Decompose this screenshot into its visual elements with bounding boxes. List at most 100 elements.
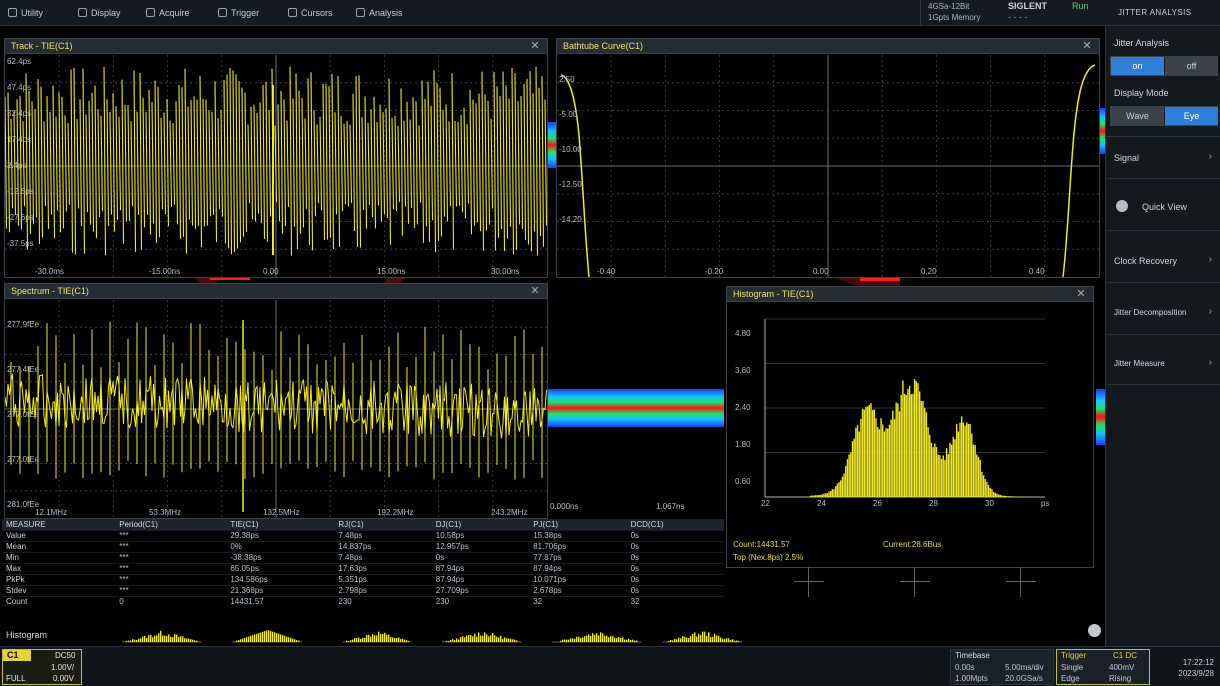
signal-item[interactable]: Signal <box>1114 153 1139 163</box>
strip-bar <box>704 631 706 642</box>
timebase-memory: 1.00Mpts <box>955 674 988 683</box>
measure-header[interactable]: DJ(C1) <box>431 519 530 530</box>
display-mode-toggle[interactable]: Wave Eye <box>1110 106 1218 126</box>
strip-bar <box>286 636 288 642</box>
histogram-bar <box>888 424 891 497</box>
jitter-on-button[interactable]: on <box>1111 57 1164 75</box>
strip-bar <box>626 639 628 642</box>
cursor-cross[interactable] <box>1006 567 1036 597</box>
histogram-bar <box>883 431 886 497</box>
strip-bar <box>722 638 724 642</box>
strip-bar <box>404 639 406 642</box>
mode-eye-button[interactable]: Eye <box>1165 107 1218 125</box>
strip-bar <box>560 640 562 642</box>
strip-bar <box>582 637 584 642</box>
strip-bar <box>396 637 398 642</box>
histogram-bar <box>877 427 879 497</box>
measure-header[interactable]: DCD(C1) <box>626 519 724 530</box>
measure-header[interactable]: RJ(C1) <box>334 519 432 530</box>
histogram-bar <box>878 429 881 497</box>
track-window[interactable]: Track - TIE(C1) ✕ 62.4ps 47.4ps 32.4ps 17.4… <box>4 38 548 278</box>
strip-bar <box>478 632 480 642</box>
close-icon[interactable]: ✕ <box>1080 39 1094 54</box>
timebase-box[interactable]: Timebase 0.00s 5.00ms/div 1.00Mpts 20.0G… <box>950 649 1054 685</box>
histogram-window-title: Histogram - TIE(C1) <box>727 287 1093 302</box>
measure-header[interactable]: TIE(C1) <box>226 519 335 530</box>
channel-1-box[interactable]: C1 DC50 1.00V/ FULL 0.00V <box>2 649 82 685</box>
jitter-off-button[interactable]: off <box>1165 57 1218 75</box>
bathtub-window[interactable]: Bathtube Curve(C1) ✕ 2.50 -5.00 -10.00 -12.… <box>556 38 1100 278</box>
measure-cell: 230 <box>334 595 432 607</box>
track-x-label: -30.0ms <box>35 267 64 276</box>
measure-cell: *** <box>115 562 227 574</box>
clock-recovery-item[interactable]: Clock Recovery <box>1114 256 1177 266</box>
histogram-bar <box>828 491 830 497</box>
histogram-x-label: 24 <box>817 499 826 508</box>
measure-cell: 27.709ps <box>431 584 530 596</box>
histogram-bar <box>900 394 902 497</box>
strip-bar <box>460 636 462 642</box>
panel-title: JITTER ANALYSIS <box>1118 8 1192 17</box>
close-icon[interactable]: ✕ <box>528 39 542 54</box>
histogram-bar <box>892 410 894 497</box>
timebase-sample-rate: 20.0GSa/s <box>1005 674 1043 683</box>
strip-bar <box>482 635 484 642</box>
scroll-indicator[interactable] <box>1088 624 1101 637</box>
strip-bar <box>368 634 370 642</box>
close-icon[interactable]: ✕ <box>528 284 542 299</box>
measure-row: PkPk *** 134.586ps 5.351ps 87.94ps 10.071ps 0s <box>2 573 724 585</box>
measure-header[interactable]: Period(C1) <box>115 519 227 530</box>
track-plot <box>5 55 547 277</box>
histogram-bar <box>858 431 860 497</box>
histogram-bar <box>895 402 897 497</box>
strip-bar <box>408 640 410 642</box>
cursor-cross[interactable] <box>900 567 930 597</box>
trigger-type: Edge <box>1061 674 1080 683</box>
strip-bar <box>346 640 348 642</box>
histogram-window[interactable]: Histogram - TIE(C1) ✕ Count:14431.57 Cur… <box>726 286 1094 568</box>
measure-header[interactable]: PJ(C1) <box>529 519 627 530</box>
track-y-label: 32.4ps <box>7 109 32 118</box>
measure-cell: *** <box>115 573 227 585</box>
histogram-y-label: 2.40 <box>735 403 751 412</box>
strip-bar <box>686 637 688 642</box>
strip-bar <box>374 635 376 642</box>
histogram-x-label: 28 <box>929 499 938 508</box>
strip-bar <box>584 636 586 642</box>
strip-bar <box>350 640 352 642</box>
strip-bar <box>450 639 452 642</box>
measure-cell: Stdev <box>2 584 116 596</box>
histogram-bar <box>1003 495 1005 497</box>
close-icon[interactable]: ✕ <box>1074 287 1088 302</box>
strip-bar <box>168 634 170 642</box>
histogram-bar <box>819 494 822 497</box>
menu-acquire[interactable]: Acquire <box>146 0 190 26</box>
strip-bar <box>152 637 154 642</box>
histogram-bar <box>861 408 864 497</box>
strip-bar <box>698 633 700 642</box>
histogram-bar <box>848 454 850 497</box>
jitter-measure-item[interactable]: Jitter Measure <box>1114 359 1165 368</box>
cursor-cross[interactable] <box>794 567 824 597</box>
mode-wave-button[interactable]: Wave <box>1111 107 1164 125</box>
bathtub-plot <box>557 55 1099 277</box>
measure-header[interactable]: MEASURE <box>2 519 116 530</box>
menu-display[interactable]: Display <box>78 0 121 26</box>
menu-cursors[interactable]: Cursors <box>288 0 333 26</box>
spectrum-window[interactable]: Spectrum - TIE(C1) ✕ 277.9fEe 277.4fEe 277… <box>4 283 548 519</box>
strip-bar <box>598 635 600 642</box>
menu-trigger[interactable]: Trigger <box>218 0 259 26</box>
histogram-bar <box>910 394 912 497</box>
jitter-decomposition-item[interactable]: Jitter Decomposition <box>1114 308 1186 317</box>
jitter-toggle[interactable]: on off <box>1110 56 1218 76</box>
quick-view-item[interactable]: Quick View <box>1142 202 1187 212</box>
strip-bar <box>470 635 472 642</box>
strip-bar <box>456 638 458 642</box>
menu-utility[interactable]: Utility <box>8 0 43 26</box>
bathtub-y-label: -14.20 <box>559 215 582 224</box>
histogram-bar <box>908 385 911 497</box>
trigger-box[interactable]: Trigger C1 DC Single 400mV Edge Rising <box>1056 649 1150 685</box>
run-status[interactable]: Run <box>1072 1 1089 11</box>
menu-analysis[interactable]: Analysis <box>356 0 403 26</box>
strip-bar <box>468 634 470 642</box>
